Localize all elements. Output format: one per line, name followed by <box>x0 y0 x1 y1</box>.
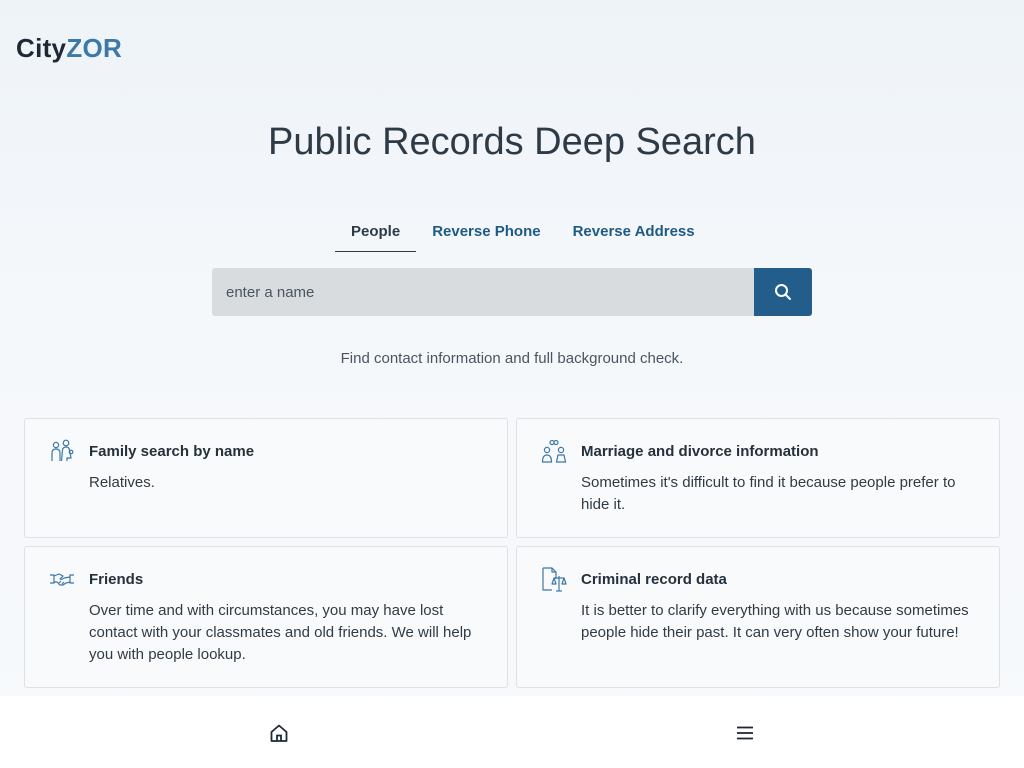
site-logo[interactable]: CityZOR <box>16 32 122 64</box>
tab-people[interactable]: People <box>335 214 417 252</box>
search-button[interactable] <box>754 268 812 316</box>
feature-card-criminal: Criminal record data It is better to cla… <box>516 546 1000 688</box>
logo-part-city: City <box>16 33 67 63</box>
feature-description: Sometimes it's difficult to find it beca… <box>581 474 956 513</box>
menu-button[interactable] <box>734 722 756 744</box>
feature-title: Criminal record data <box>581 571 727 588</box>
feature-card-friends: Friends Over time and with circumstances… <box>24 546 508 688</box>
feature-title: Family search by name <box>89 443 255 460</box>
feature-title: Friends <box>89 571 144 588</box>
home-button[interactable] <box>268 722 290 744</box>
search-subtitle: Find contact information and full backgr… <box>340 350 684 367</box>
feature-title: Marriage and divorce information <box>581 443 819 460</box>
marriage-icon <box>541 439 567 463</box>
home-icon <box>270 724 288 742</box>
tab-reverse-phone[interactable]: Reverse Phone <box>416 214 556 252</box>
family-icon <box>51 439 74 462</box>
search-bar <box>212 268 812 316</box>
scales-icon <box>542 567 567 592</box>
search-icon <box>775 284 791 300</box>
page-title: Public Records Deep Search <box>268 121 756 163</box>
feature-card-marriage: Marriage and divorce information Sometim… <box>516 418 1000 538</box>
bottom-navigation <box>0 696 1024 768</box>
feature-description: Relatives. <box>89 474 155 491</box>
tab-reverse-address[interactable]: Reverse Address <box>557 214 711 252</box>
logo-part-zor: ZOR <box>66 33 123 63</box>
search-input[interactable] <box>212 268 754 316</box>
feature-description: Over time and with circumstances, you ma… <box>89 602 472 663</box>
feature-card-family: Family search by name Relatives. <box>24 418 508 538</box>
search-tabs: People Reverse Phone Reverse Address <box>335 214 711 252</box>
handshake-icon <box>50 573 74 586</box>
menu-icon <box>737 726 753 740</box>
feature-description: It is better to clarify everything with … <box>581 602 969 641</box>
